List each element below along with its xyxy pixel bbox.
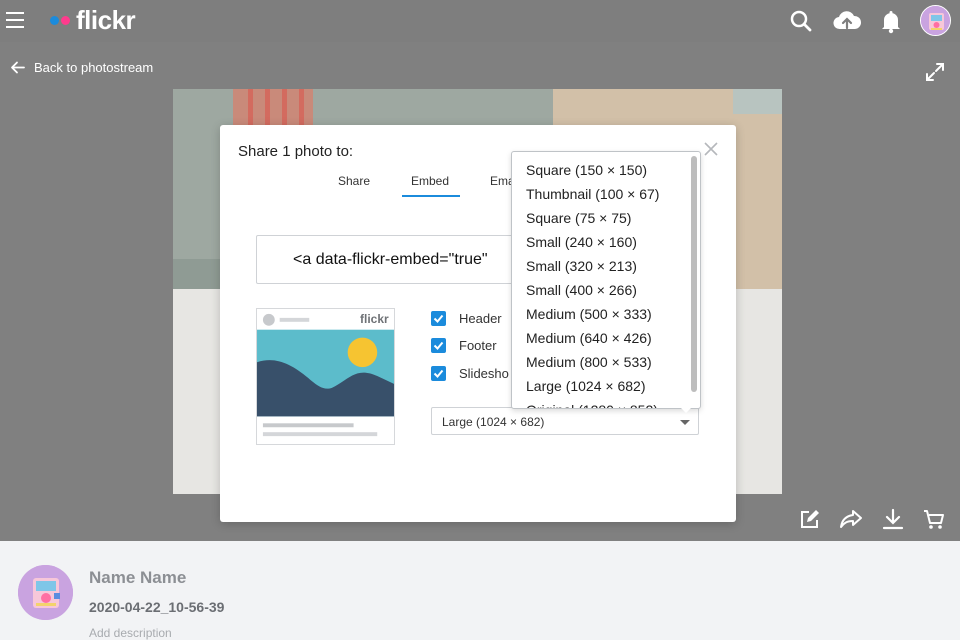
back-to-photostream-link[interactable]: Back to photostream	[10, 58, 153, 76]
download-icon[interactable]	[881, 507, 905, 531]
avatar[interactable]	[920, 5, 951, 36]
search-icon[interactable]	[788, 8, 814, 34]
photo-title[interactable]: 2020-04-22_10-56-39	[89, 599, 224, 615]
bell-icon[interactable]	[878, 8, 904, 34]
cart-icon[interactable]	[922, 507, 946, 531]
checkbox-checked-icon	[431, 310, 446, 326]
share-icon[interactable]	[839, 507, 863, 531]
size-option[interactable]: Medium (800 × 533)	[512, 350, 692, 374]
size-select-value: Large (1024 × 682)	[442, 415, 545, 429]
size-option[interactable]: Small (400 × 266)	[512, 278, 692, 302]
tab-share[interactable]: Share	[338, 174, 370, 188]
size-option[interactable]: Square (75 × 75)	[512, 206, 692, 230]
logo-dot-pink	[61, 15, 70, 25]
size-option[interactable]: Medium (500 × 333)	[512, 302, 692, 326]
header-checkbox[interactable]: Header	[431, 309, 502, 327]
menu-icon[interactable]	[6, 12, 24, 28]
back-link-label: Back to photostream	[34, 59, 154, 75]
size-select[interactable]: Large (1024 × 682)	[431, 407, 699, 435]
preview-brand: flickr	[360, 312, 389, 326]
size-option[interactable]: Medium (640 × 426)	[512, 326, 692, 350]
size-options: Square (150 × 150) Thumbnail (100 × 67) Sq…	[512, 158, 692, 408]
chevron-down-icon	[680, 420, 690, 425]
dropdown-pointer	[678, 405, 694, 413]
tab-embed[interactable]: Embed	[411, 174, 449, 188]
photo-info-panel: Name Name 2020-04-22_10-56-39 Add descri…	[0, 541, 960, 640]
dialog-title: Share 1 photo to:	[238, 143, 354, 160]
close-icon[interactable]	[703, 141, 719, 157]
size-option[interactable]: Original (1280 × 852)	[512, 398, 692, 408]
size-option[interactable]: Small (320 × 213)	[512, 254, 692, 278]
checkbox-checked-icon	[431, 365, 446, 381]
checkbox-label: Footer	[459, 337, 497, 353]
active-tab-indicator	[402, 195, 460, 197]
arrow-left-icon	[11, 61, 25, 73]
size-dropdown-list[interactable]: Square (150 × 150) Thumbnail (100 × 67) Sq…	[511, 151, 701, 409]
fullscreen-expand-icon[interactable]	[924, 61, 946, 83]
owner-name[interactable]: Name Name	[89, 568, 186, 588]
edit-icon[interactable]	[798, 507, 822, 531]
size-option[interactable]: Thumbnail (100 × 67)	[512, 182, 692, 206]
flickr-logo[interactable]: flickr	[50, 5, 136, 35]
slideshow-checkbox[interactable]: Slidesho	[431, 364, 509, 382]
owner-avatar[interactable]	[18, 565, 73, 620]
size-option[interactable]: Small (240 × 160)	[512, 230, 692, 254]
top-nav: flickr	[0, 0, 960, 42]
size-option[interactable]: Large (1024 × 682)	[512, 374, 692, 398]
dropdown-scrollbar[interactable]	[691, 156, 697, 392]
upload-cloud-icon[interactable]	[832, 8, 862, 34]
logo-wordmark: flickr	[76, 5, 136, 35]
size-option[interactable]: Square (150 × 150)	[512, 158, 692, 182]
footer-checkbox[interactable]: Footer	[431, 336, 497, 354]
checkbox-label: Slidesho	[459, 365, 509, 381]
checkbox-label: Header	[459, 310, 502, 326]
logo-dot-blue	[50, 15, 59, 25]
checkbox-checked-icon	[431, 337, 446, 353]
embed-preview: flickr	[256, 308, 395, 445]
add-description-link[interactable]: Add description	[89, 626, 172, 640]
